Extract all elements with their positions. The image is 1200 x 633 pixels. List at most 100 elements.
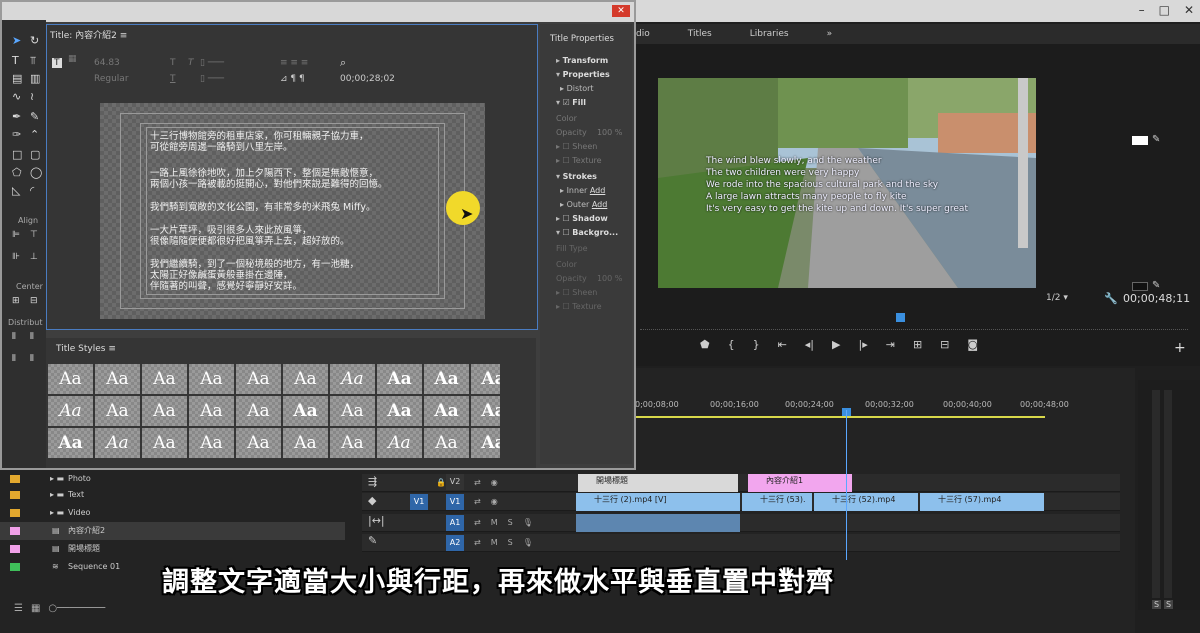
tab-audio[interactable]: dio [636,29,650,39]
more-panels-icon[interactable]: » [827,29,833,39]
convert-anchor-icon[interactable]: ⌃ [30,128,39,141]
style-swatch[interactable]: Aa [189,396,234,426]
razor-icon[interactable]: ◆ [368,494,376,507]
track-label-v2[interactable]: V2 [446,474,464,490]
area-type-tool-icon[interactable]: ▤ [12,72,22,85]
step-forward-icon[interactable]: |▸ [858,338,867,351]
style-swatch[interactable]: Aa [142,364,187,394]
add-inner-stroke-link[interactable]: Add [590,186,606,195]
style-swatch[interactable]: Aa [48,396,93,426]
solo-button[interactable]: S [508,518,513,527]
style-swatch[interactable]: Aa [330,364,375,394]
bold-icon[interactable]: T [170,58,176,68]
style-swatch[interactable]: Aa [95,364,140,394]
style-swatch[interactable]: Aa [471,396,500,426]
sync-icon[interactable]: ⇄ [474,518,481,527]
slip-icon[interactable]: |↔| [368,514,385,527]
program-scrubber[interactable] [640,320,1188,330]
mute-button[interactable]: M [491,538,498,547]
style-swatch[interactable]: Aa [48,364,93,394]
background-section[interactable]: ▾ ☐ Backgro... [556,228,618,237]
maximize-icon[interactable]: □ [1159,3,1170,17]
project-item[interactable]: ▸ ▬ Text [0,486,345,504]
distribute-left-icon[interactable]: ⫴ [12,332,16,342]
style-swatch[interactable]: Aa [283,364,328,394]
wrench-icon[interactable]: 🔧 [1104,292,1118,305]
rotation-tool-icon[interactable]: ↻ [30,34,39,47]
style-swatch[interactable]: Aa [424,364,469,394]
style-swatch[interactable]: Aa [424,396,469,426]
mark-in-icon[interactable]: { [728,338,735,351]
style-swatch[interactable]: Aa [189,364,234,394]
style-swatch[interactable]: Aa [95,396,140,426]
add-outer-stroke-link[interactable]: Add [592,200,608,209]
fill-color-swatch[interactable] [1132,136,1148,145]
style-swatch[interactable]: Aa [471,428,500,458]
project-item[interactable]: ▤ 內容介紹2 [0,522,345,540]
timeline-playhead[interactable] [846,410,847,560]
style-swatch[interactable]: Aa [283,428,328,458]
templates-icon[interactable]: ▦ [68,54,77,64]
v2-clip[interactable]: 內容介紹1 [748,474,852,492]
zoom-select[interactable]: 1/2 ▾ [1046,293,1068,303]
vertical-type-tool-icon[interactable]: ⫪ [30,54,36,68]
mark-out-icon[interactable]: } [753,338,760,351]
v1-clip[interactable]: 十三行 (52).mp4 [814,493,918,511]
tab-stops-icons[interactable]: ⊿ ¶ ¶ [280,74,305,84]
align-center-v-icon[interactable]: ⊥ [30,252,38,262]
zoom-slider-icon[interactable]: ○──────── [48,603,105,614]
minimize-icon[interactable]: – [1139,3,1145,17]
texture-row[interactable]: ▸ ☐ Texture [556,156,602,165]
style-swatch[interactable]: Aa [377,428,422,458]
a1-audio-clip[interactable] [576,514,740,532]
sync-icon[interactable]: ⇄ [474,538,481,547]
program-playhead[interactable] [896,313,905,322]
style-swatch[interactable]: Aa [236,364,281,394]
rounded-corner-tool-icon[interactable]: ◯ [30,166,42,179]
track-select-icon[interactable]: ⇶ [368,475,377,488]
style-swatch[interactable]: Aa [424,428,469,458]
close-icon[interactable]: ✕ [1184,3,1194,17]
add-anchor-icon[interactable]: ✑ [12,128,21,141]
selection-tool-icon[interactable]: ➤ [12,34,21,47]
fill-section[interactable]: ▾ ☑ Fill [556,98,586,107]
style-swatch[interactable]: Aa [330,428,375,458]
track-label-a1[interactable]: A1 [446,515,464,531]
lift-icon[interactable]: ⊞ [913,338,922,351]
sync-icon[interactable]: ⇄ [474,478,481,487]
solo-right-button[interactable]: S [1164,600,1174,609]
close-icon[interactable]: ✕ [612,5,630,17]
center-horizontal-icon[interactable]: ⊞ [12,296,20,306]
style-swatch[interactable]: Aa [236,428,281,458]
style-swatch[interactable]: Aa [48,428,93,458]
bg-sheen-row[interactable]: ▸ ☐ Sheen [556,288,597,297]
properties-section[interactable]: ▾ Properties [556,70,610,79]
tab-titles[interactable]: Titles [688,29,712,39]
arc-tool-icon[interactable]: ◜ [30,184,34,197]
v1-clip[interactable]: 十三行 (53). [742,493,812,511]
delete-anchor-icon[interactable]: ✎ [30,110,39,123]
style-swatch[interactable]: Aa [236,396,281,426]
camera-icon[interactable]: ◙ [967,338,978,351]
project-item[interactable]: ▤ 開場標題 [0,540,345,558]
eyedropper-icon[interactable]: ✎ [1152,134,1160,145]
v1-clip[interactable]: 十三行 (57).mp4 [920,493,1044,511]
goto-out-icon[interactable]: ⇥ [886,338,895,351]
leading-icon[interactable]: ▯ ─── [200,74,224,84]
rounded-rect-tool-icon[interactable]: ▢ [30,148,40,161]
font-size-field[interactable]: 64.83 [94,58,120,68]
center-vertical-icon[interactable]: ⊟ [30,296,38,306]
solo-left-button[interactable]: S [1152,600,1162,609]
strokes-section[interactable]: ▾ Strokes [556,172,597,181]
style-swatch[interactable]: Aa [330,396,375,426]
bg-opacity-value[interactable]: 100 % [597,274,622,283]
lock-icon[interactable]: 🔒 [436,478,446,487]
align-center-h-icon[interactable]: ⊪ [12,252,20,262]
style-swatch[interactable]: Aa [377,396,422,426]
distribute-right-icon[interactable]: ⫴ [30,332,34,342]
font-style-field[interactable]: Regular [94,74,129,84]
sheen-row[interactable]: ▸ ☐ Sheen [556,142,597,151]
source-patch-v1[interactable]: V1 [410,494,428,510]
type-tool-icon[interactable]: T [12,54,19,67]
pen-tool-icon[interactable]: ✒ [12,110,21,123]
